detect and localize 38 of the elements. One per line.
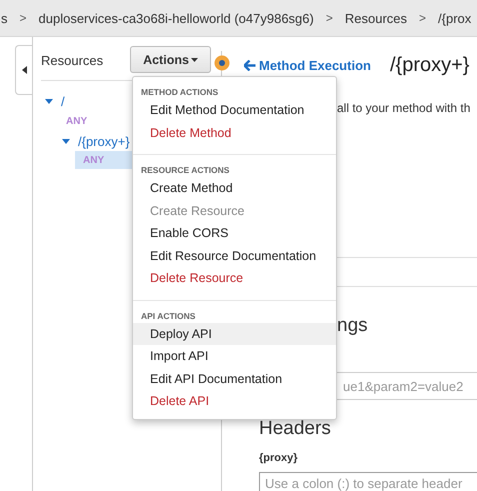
section-heading: Headers [259, 418, 332, 440]
menu-section-title: METHOD ACTIONS [140, 86, 220, 99]
menu-section-title: API ACTIONS [140, 310, 196, 322]
tree-item[interactable]: / [61, 94, 65, 108]
breadcrumb-separator: > [419, 11, 426, 25]
breadcrumb-separator: > [20, 11, 27, 25]
menu-item[interactable]: Edit API Documentation [133, 368, 336, 390]
status-dot-icon [214, 55, 230, 71]
menu-item[interactable]: Delete API [133, 390, 336, 412]
breadcrumb-link[interactable]: Resources [344, 10, 407, 26]
breadcrumb-separator: > [326, 11, 333, 25]
expand-arrow-icon[interactable] [62, 138, 70, 144]
actions-button[interactable]: Actions [130, 46, 211, 73]
menu-item[interactable]: Create Method [133, 177, 336, 200]
expand-arrow-icon[interactable] [45, 98, 53, 104]
tree-item[interactable]: /{proxy+} [78, 134, 130, 148]
menu-item[interactable]: Delete Method [133, 122, 336, 144]
breadcrumb-link[interactable]: s [1, 10, 8, 26]
caret-left-icon [22, 66, 28, 74]
menu-item[interactable]: Edit Resource Documentation [133, 244, 336, 267]
breadcrumb-link[interactable]: /{prox [438, 10, 472, 26]
arrow-left-icon [244, 60, 256, 71]
description-text: all to your method with th [337, 101, 472, 115]
caret-icon [190, 58, 198, 62]
panel-title: Resources [41, 53, 104, 68]
menu-item[interactable]: Enable CORS [133, 222, 336, 244]
field-label: {proxy} [259, 452, 299, 464]
menu-item[interactable]: Deploy API [133, 322, 336, 345]
breadcrumb-link[interactable]: duploservices-ca3o68i-helloworld (o47y986sg6) [38, 10, 314, 26]
method-title: /{proxy+} [390, 54, 470, 77]
menu-item[interactable]: Import API [133, 345, 336, 368]
header-field[interactable]: Use a colon (:) to separate header [259, 472, 477, 491]
menu-section-title: RESOURCE ACTIONS [140, 164, 230, 177]
back-link[interactable]: Method Execution [244, 58, 371, 73]
menu-item[interactable]: Edit Method Documentation [133, 99, 336, 122]
collapse-tab[interactable] [15, 45, 33, 95]
section-heading: ngs [337, 315, 369, 337]
menu-item[interactable]: Delete Resource [133, 267, 336, 290]
